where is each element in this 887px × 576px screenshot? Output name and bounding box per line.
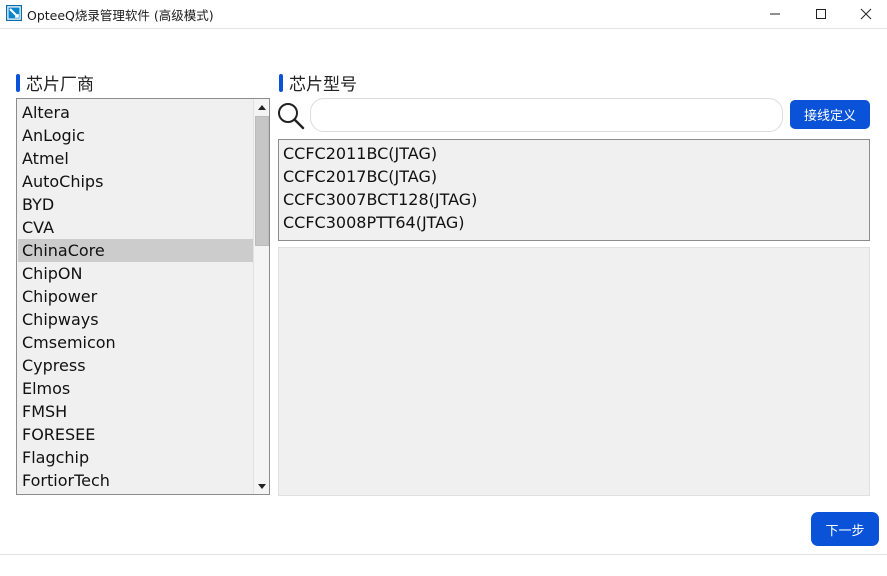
vendor-item[interactable]: AutoChips [18, 170, 253, 193]
model-section-title: 芯片型号 [289, 75, 357, 95]
model-list-items: CCFC2011BC(JTAG) CCFC2017BC(JTAG) CCFC30… [283, 142, 477, 234]
vendor-item[interactable]: Altera [18, 101, 253, 124]
minimize-button[interactable] [752, 0, 798, 28]
vendor-item[interactable]: AnLogic [18, 124, 253, 147]
model-search-input[interactable] [310, 98, 783, 132]
vendor-section-title: 芯片厂商 [26, 75, 94, 95]
section-accent-bar [279, 73, 283, 92]
vendor-item[interactable]: Cmsemicon [18, 331, 253, 354]
section-accent-bar [16, 73, 20, 92]
title-bar: OpteeQ烧录管理软件 (高级模式) [0, 0, 887, 28]
vendor-list-scrollbar[interactable] [253, 99, 269, 494]
vendor-item[interactable]: FORESEE [18, 423, 253, 446]
title-separator [0, 28, 887, 29]
vendor-item[interactable]: ChipON [18, 262, 253, 285]
close-icon [860, 8, 872, 20]
window-title: OpteeQ烧录管理软件 (高级模式) [27, 8, 214, 23]
vendor-item[interactable]: FortiorTech [18, 469, 253, 492]
vendor-list-items: Altera AnLogic Atmel AutoChips BYD CVA C… [18, 101, 253, 492]
model-item[interactable]: CCFC2017BC(JTAG) [283, 165, 477, 188]
search-icon[interactable] [277, 102, 305, 130]
wiring-definition-button[interactable]: 接线定义 [790, 100, 870, 129]
vendor-item[interactable]: Flagchip [18, 446, 253, 469]
vendor-item[interactable]: Elmos [18, 377, 253, 400]
model-item[interactable]: CCFC3007BCT128(JTAG) [283, 188, 477, 211]
chip-detail-panel [278, 247, 870, 496]
arrow-up-icon [258, 104, 266, 110]
arrow-down-icon [258, 483, 266, 489]
scroll-down-button[interactable] [254, 478, 269, 494]
model-section-header: 芯片型号 [279, 70, 357, 95]
vendor-item[interactable]: FMSH [18, 400, 253, 423]
scroll-up-button[interactable] [254, 99, 269, 115]
model-item[interactable]: CCFC3008PTT64(JTAG) [283, 211, 477, 234]
vendor-item[interactable]: Chipower [18, 285, 253, 308]
scroll-thumb[interactable] [255, 116, 269, 246]
minimize-icon [770, 13, 780, 15]
next-step-button[interactable]: 下一步 [811, 512, 879, 546]
app-logo-icon [6, 5, 22, 21]
vendor-item[interactable]: CVA [18, 216, 253, 239]
vendor-section-header: 芯片厂商 [16, 70, 94, 95]
maximize-button[interactable] [798, 0, 844, 28]
vendor-item[interactable]: BYD [18, 193, 253, 216]
vendor-item[interactable]: Atmel [18, 147, 253, 170]
model-list[interactable]: CCFC2011BC(JTAG) CCFC2017BC(JTAG) CCFC30… [278, 139, 870, 241]
bottom-divider [0, 554, 887, 555]
close-button[interactable] [843, 0, 887, 28]
vendor-list[interactable]: Altera AnLogic Atmel AutoChips BYD CVA C… [16, 98, 270, 495]
maximize-icon [816, 9, 826, 19]
vendor-item[interactable]: Chipways [18, 308, 253, 331]
vendor-item[interactable]: Cypress [18, 354, 253, 377]
vendor-item-selected[interactable]: ChinaCore [18, 239, 253, 262]
model-item[interactable]: CCFC2011BC(JTAG) [283, 142, 477, 165]
